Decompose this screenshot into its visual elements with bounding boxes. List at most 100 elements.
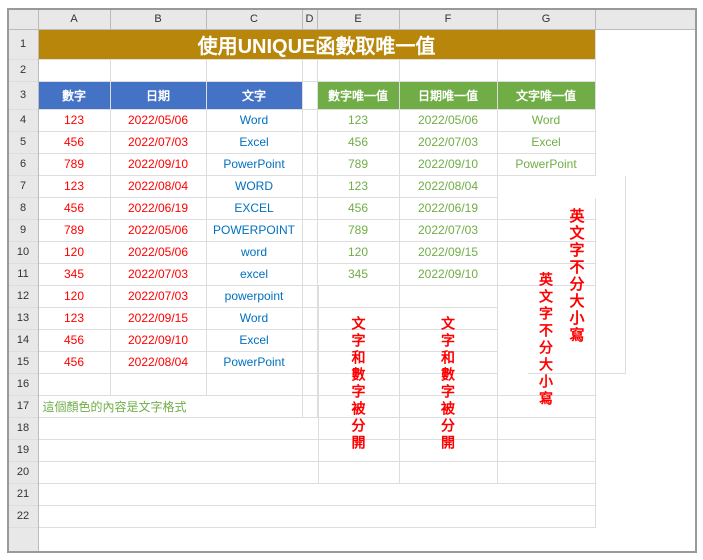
row-2	[39, 60, 695, 82]
row-21-empty	[39, 484, 596, 506]
cell-12EF-empty	[318, 286, 498, 308]
row-22-empty	[39, 506, 596, 528]
cell-8F: 2022/06/19	[400, 198, 498, 220]
row-num-21: 21	[9, 484, 38, 506]
cell-4C: Word	[207, 110, 303, 132]
row-num-10: 10	[9, 242, 38, 264]
cell-12C: powerpoint	[207, 286, 303, 308]
col-header-F: F	[400, 10, 498, 29]
cell-5D	[303, 132, 318, 154]
row-5: 456 2022/07/03 Excel 456 2022/07/03 Exce…	[39, 132, 695, 154]
cell-9B: 2022/05/06	[111, 220, 207, 242]
cell-5A: 456	[39, 132, 111, 154]
grid-content: 使用UNIQUE函數取唯一值 數字 日期 文字 數字唯一值 日期唯一值	[39, 30, 695, 551]
cell-4D	[303, 110, 318, 132]
row-num-20: 20	[9, 462, 38, 484]
cell-10C: word	[207, 242, 303, 264]
header-text: 文字	[207, 82, 303, 110]
cell-17F	[400, 396, 498, 418]
row-num-12: 12	[9, 286, 38, 308]
cell-2G	[498, 60, 596, 82]
cell-11C: excel	[207, 264, 303, 286]
cell-17E	[318, 396, 400, 418]
cell-2E	[318, 60, 400, 82]
cell-17D	[303, 396, 318, 418]
cell-4B: 2022/05/06	[111, 110, 207, 132]
cell-6B: 2022/09/10	[111, 154, 207, 176]
row-20-empty	[39, 462, 596, 484]
cell-9C: POWERPOINT	[207, 220, 303, 242]
cell-13EF-empty	[318, 308, 498, 330]
row-4: 123 2022/05/06 Word 123 2022/05/06 Word	[39, 110, 695, 132]
cell-6F: 2022/09/10	[400, 154, 498, 176]
row-num-9: 9	[9, 220, 38, 242]
row-19	[39, 440, 695, 462]
row-num-6: 6	[9, 154, 38, 176]
cell-5B: 2022/07/03	[111, 132, 207, 154]
cell-10A: 120	[39, 242, 111, 264]
col-header-G: G	[498, 10, 596, 29]
cell-7E: 123	[318, 176, 400, 198]
row-num-16: 16	[9, 374, 38, 396]
cell-2A	[39, 60, 111, 82]
cell-14EF-empty	[318, 330, 498, 352]
row-7: 123 2022/08/04 WORD 123 2022/08/04 英文字不分…	[39, 176, 695, 198]
cell-7A: 123	[39, 176, 111, 198]
cell-15EF-empty	[318, 352, 498, 374]
cell-4G: Word	[498, 110, 596, 132]
cell-13C: Word	[207, 308, 303, 330]
cell-17G	[498, 396, 596, 418]
cell-5F: 2022/07/03	[400, 132, 498, 154]
col-header-C: C	[207, 10, 303, 29]
cell-4A: 123	[39, 110, 111, 132]
row-3: 數字 日期 文字 數字唯一值 日期唯一值 文字唯一值	[39, 82, 695, 110]
row-18-empty	[39, 418, 596, 440]
header-udate: 日期唯一值	[400, 82, 498, 110]
row-16	[39, 374, 695, 396]
cell-10B: 2022/05/06	[111, 242, 207, 264]
cell-2F	[400, 60, 498, 82]
cell-8B: 2022/06/19	[111, 198, 207, 220]
title-cell: 使用UNIQUE函數取唯一值	[39, 30, 596, 60]
cell-14D	[303, 330, 318, 352]
cell-9E: 789	[318, 220, 400, 242]
cell-15A: 456	[39, 352, 111, 374]
cell-16E	[318, 374, 400, 396]
row-num-17: 17	[9, 396, 38, 418]
col-header-D: D	[303, 10, 318, 29]
corner-cell	[9, 10, 39, 29]
cell-7B: 2022/08/04	[111, 176, 207, 198]
cell-6C: PowerPoint	[207, 154, 303, 176]
header-date: 日期	[111, 82, 207, 110]
col-header-E: E	[318, 10, 400, 29]
cell-6D	[303, 154, 318, 176]
cell-8E: 456	[318, 198, 400, 220]
cell-11E: 345	[318, 264, 400, 286]
column-header-row: A B C D E F G	[9, 10, 695, 30]
cell-16D	[303, 374, 318, 396]
row-20	[39, 462, 695, 484]
cell-15B: 2022/08/04	[111, 352, 207, 374]
header-unum: 數字唯一值	[318, 82, 400, 110]
header-num: 數字	[39, 82, 111, 110]
cell-6G: PowerPoint	[498, 154, 596, 176]
cell-7C: WORD	[207, 176, 303, 198]
cell-10E: 120	[318, 242, 400, 264]
cell-12D	[303, 286, 318, 308]
cell-16C	[207, 374, 303, 396]
row-num-22: 22	[9, 506, 38, 528]
cell-12A: 120	[39, 286, 111, 308]
note-cell: 這個顏色的內容是文字格式	[39, 396, 303, 418]
row-num-14: 14	[9, 330, 38, 352]
row-19-empty	[39, 440, 596, 462]
cell-6E: 789	[318, 154, 400, 176]
row-6: 789 2022/09/10 PowerPoint 789 2022/09/10…	[39, 154, 695, 176]
cell-5G: Excel	[498, 132, 596, 154]
cell-13A: 123	[39, 308, 111, 330]
cell-3D	[303, 82, 318, 110]
row-num-8: 8	[9, 198, 38, 220]
grid-area: 1 2 3 4 5 6 7 8 9 10 11 12 13 14 15 16 1…	[9, 30, 695, 551]
row-num-15: 15	[9, 352, 38, 374]
row-22	[39, 506, 695, 528]
cell-11B: 2022/07/03	[111, 264, 207, 286]
